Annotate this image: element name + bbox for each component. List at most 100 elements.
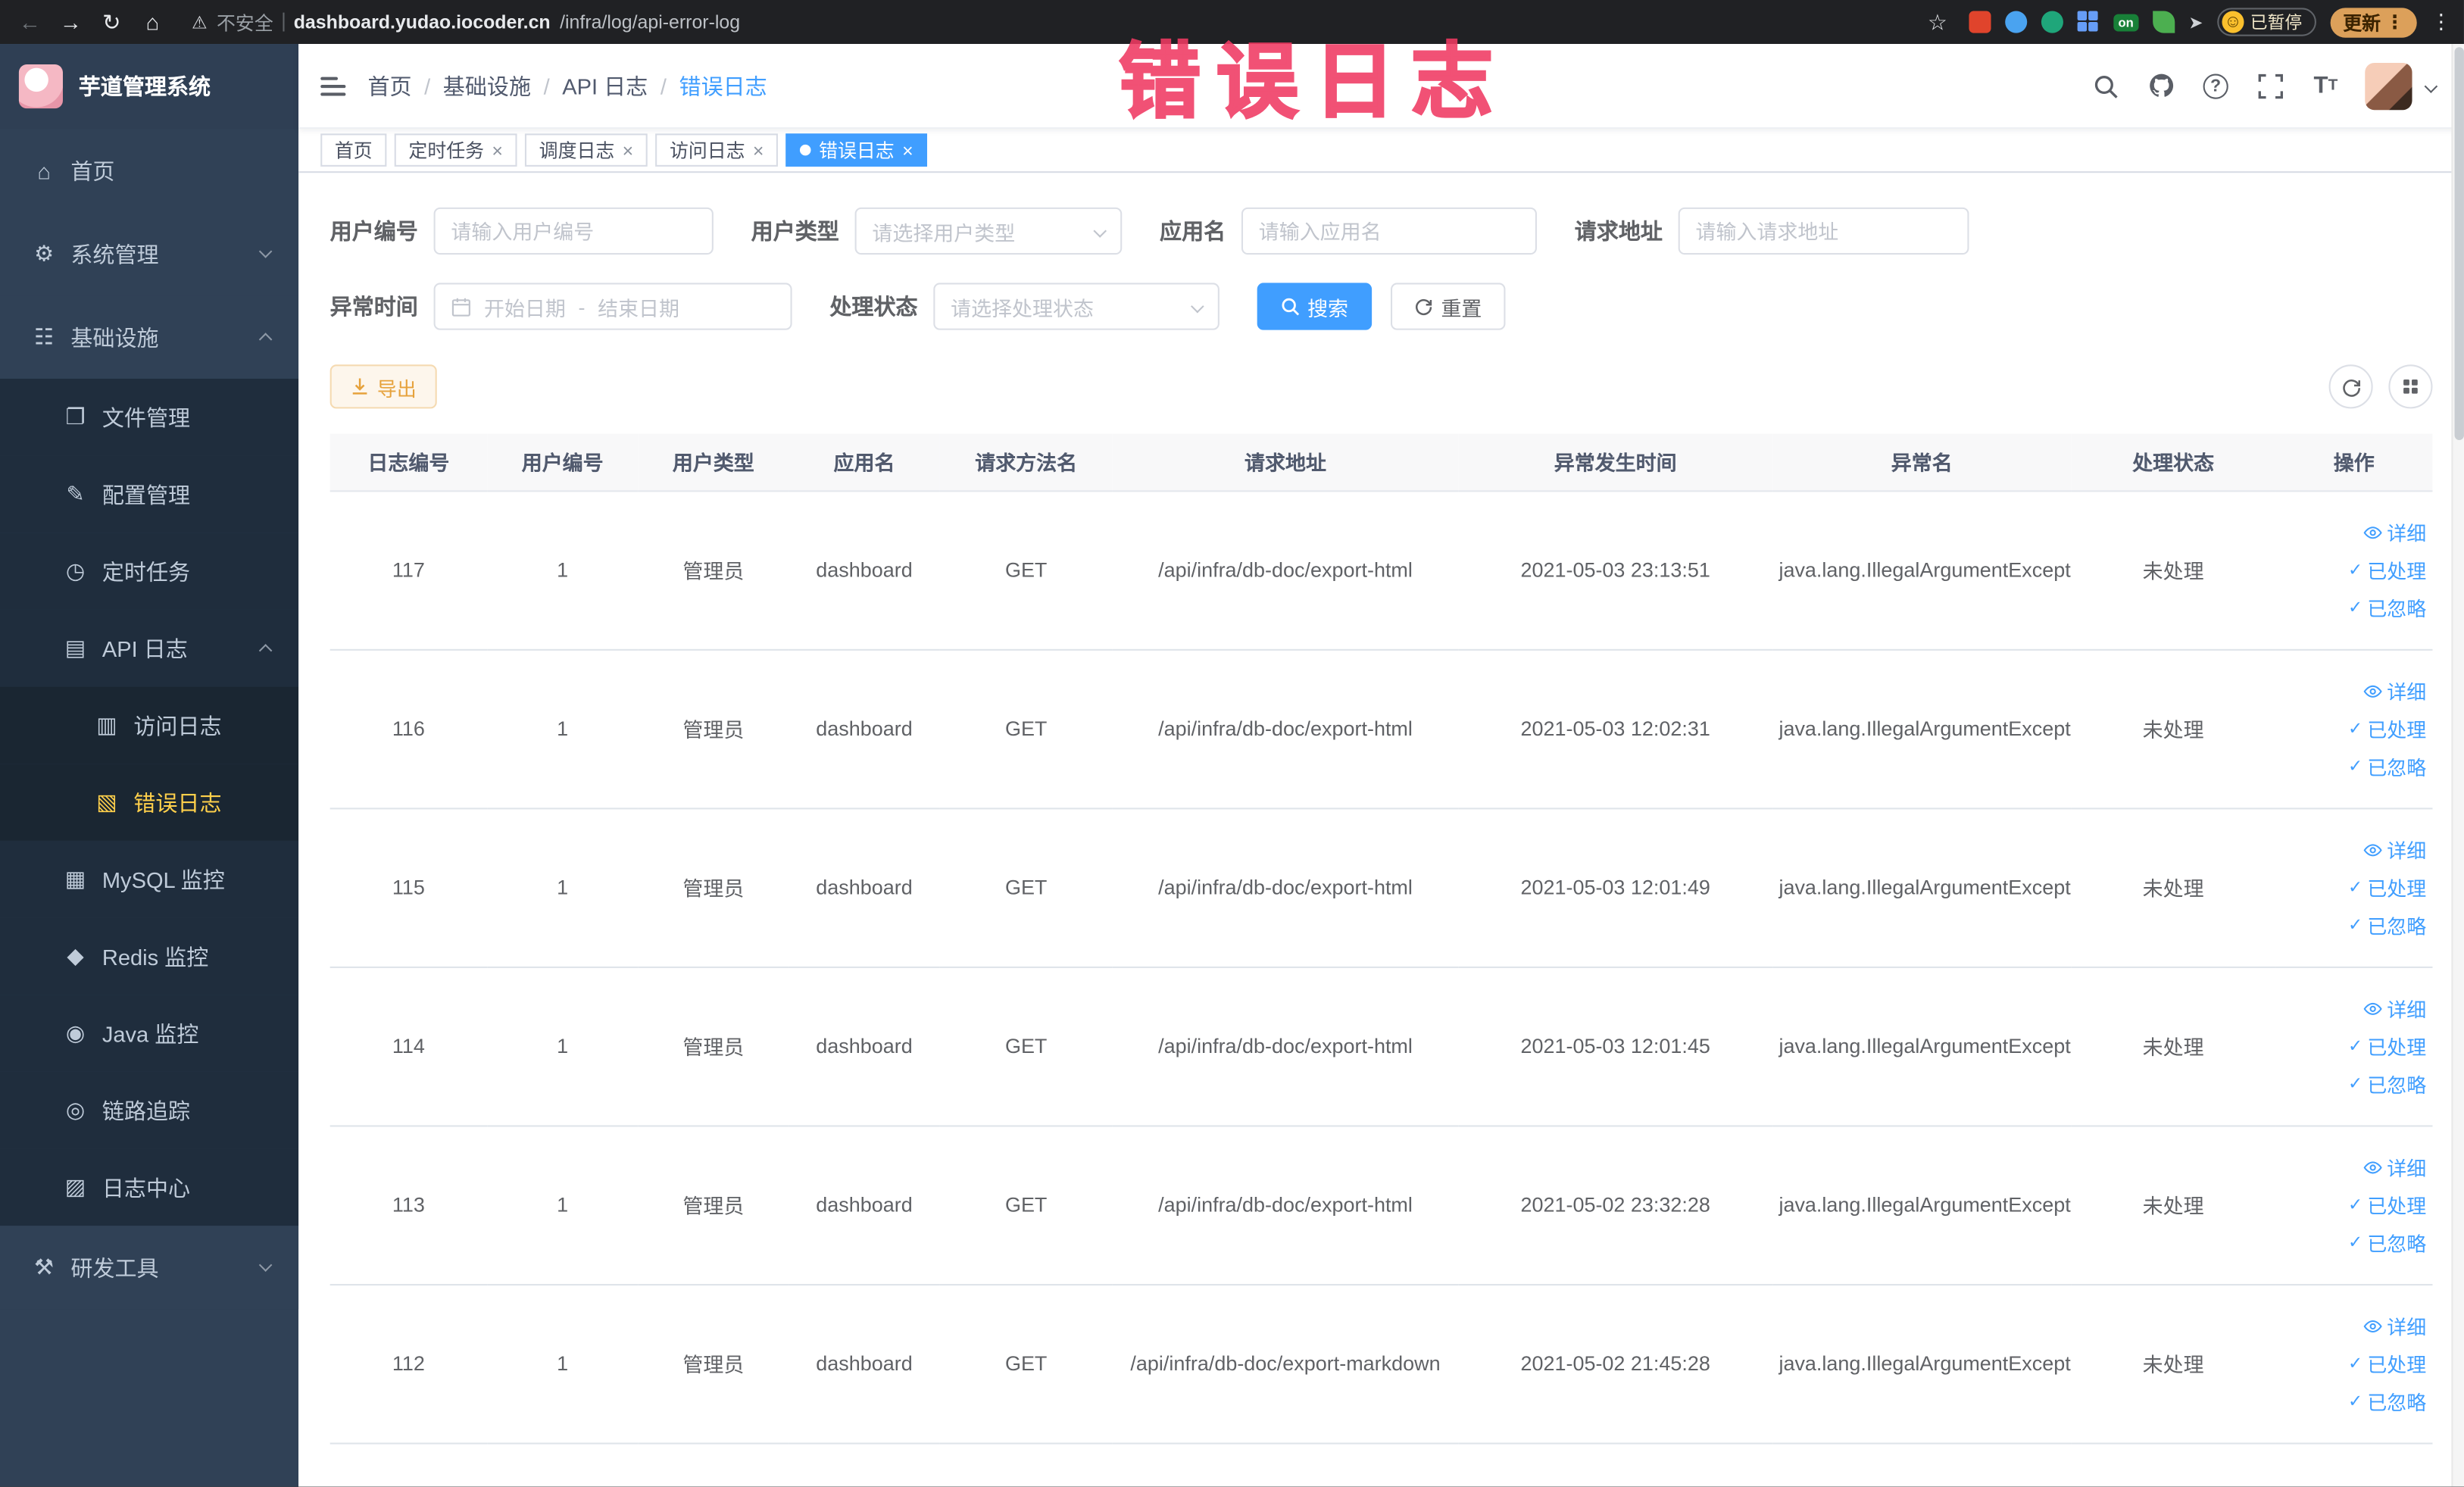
url-path[interactable]: /infra/log/api-error-log: [560, 11, 740, 33]
file-icon: ❐: [65, 404, 86, 430]
ignored-link[interactable]: ✓ 已忽略: [2348, 1386, 2426, 1416]
filter-row-2: 异常时间 开始日期 - 结束日期 处理状态 请选择处理状态 搜索 重置: [330, 283, 2433, 330]
url-domain[interactable]: dashboard.yudao.iocoder.cn: [294, 11, 551, 33]
back-icon[interactable]: ←: [13, 5, 48, 39]
reload-icon[interactable]: ↻: [94, 5, 129, 39]
sidebar-item-java-monitor[interactable]: ◉ Java 监控: [0, 995, 299, 1072]
sidebar-item-error-log[interactable]: ▧ 错误日志: [0, 764, 299, 841]
detail-link[interactable]: 详细: [2363, 676, 2426, 705]
extension-icon-red[interactable]: [1969, 11, 1991, 33]
sidebar-item-system-mgmt[interactable]: ⚙ 系统管理: [0, 212, 299, 296]
close-tab-icon[interactable]: ×: [753, 141, 764, 160]
extension-icon-blue[interactable]: [2005, 11, 2028, 33]
column-header: 异常名: [1772, 433, 2072, 492]
sidebar-item-link-tracing[interactable]: ◎ 链路追踪: [0, 1071, 299, 1149]
fullscreen-icon[interactable]: [2255, 70, 2286, 101]
forward-icon[interactable]: →: [54, 5, 89, 39]
close-tab-icon[interactable]: ×: [902, 141, 913, 160]
exception-time-range-picker[interactable]: 开始日期 - 结束日期: [433, 283, 792, 330]
java-icon: ◉: [65, 1020, 86, 1045]
close-tab-icon[interactable]: ×: [623, 141, 634, 160]
sidebar-item-home[interactable]: ⌂ 首页: [0, 129, 299, 213]
refresh-table-button[interactable]: [2328, 364, 2373, 409]
github-icon[interactable]: [2145, 70, 2176, 101]
sidebar-item-config-mgmt[interactable]: ✎ 配置管理: [0, 455, 299, 533]
sidebar-item-dev-tools[interactable]: ⚒ 研发工具: [0, 1226, 299, 1310]
user-type-select[interactable]: 请选择用户类型: [854, 207, 1123, 255]
scrollbar[interactable]: [2451, 44, 2464, 1487]
column-settings-button[interactable]: [2388, 364, 2433, 409]
breadcrumb-home[interactable]: 首页: [367, 70, 411, 101]
extension-icon-leaf[interactable]: [2152, 11, 2175, 33]
breadcrumb-api-log[interactable]: API 日志: [562, 70, 648, 101]
page-content: 用户编号 用户类型 请选择用户类型 应用名: [298, 173, 2464, 1487]
check-icon: ✓: [2348, 1075, 2363, 1094]
browser-toolbar: ← → ↻ ⌂ ⚠ 不安全 dashboard.yudao.iocoder.cn…: [0, 0, 2464, 45]
export-button[interactable]: 导出: [329, 364, 437, 409]
help-icon[interactable]: ?: [2200, 70, 2231, 101]
extension-on-badge[interactable]: on: [2113, 13, 2139, 31]
detail-link[interactable]: 详细: [2363, 1310, 2426, 1340]
font-size-icon[interactable]: TT: [2310, 70, 2341, 101]
processed-link[interactable]: ✓ 已处理: [2348, 714, 2426, 743]
detail-link[interactable]: 详细: [2363, 835, 2426, 864]
sidebar-item-access-log[interactable]: ▥ 访问日志: [0, 686, 299, 764]
tab-error-log[interactable]: 错误日志 ×: [785, 133, 928, 167]
detail-link[interactable]: 详细: [2363, 517, 2426, 547]
processed-link[interactable]: ✓ 已处理: [2348, 1031, 2426, 1061]
sidebar-item-api-log[interactable]: ▤ API 日志: [0, 609, 299, 687]
ignored-link[interactable]: ✓ 已忽略: [2348, 751, 2426, 781]
process-status-select[interactable]: 请选择处理状态: [933, 283, 1220, 330]
processed-link[interactable]: ✓ 已处理: [2348, 872, 2426, 901]
breadcrumb-infrastructure[interactable]: 基础设施: [443, 70, 531, 101]
api-log-icon: ▤: [64, 635, 86, 661]
detail-link[interactable]: 详细: [2363, 1152, 2426, 1182]
column-header: 日志编号: [329, 433, 488, 492]
reset-button[interactable]: 重置: [1391, 283, 1506, 330]
processed-link[interactable]: ✓ 已处理: [2348, 1348, 2426, 1378]
check-icon: ✓: [2348, 1195, 2363, 1215]
request-url-input[interactable]: [1678, 207, 1969, 255]
tab-home[interactable]: 首页: [320, 133, 387, 167]
home-icon[interactable]: ⌂: [135, 5, 170, 39]
processed-link[interactable]: ✓ 已处理: [2348, 555, 2426, 584]
app-logo-row[interactable]: 芋道管理系统: [0, 44, 299, 130]
paused-profile-pill[interactable]: ☺ 已暂停: [2217, 8, 2316, 36]
user-avatar[interactable]: [2365, 61, 2412, 110]
scrollbar-thumb[interactable]: [2454, 47, 2464, 440]
ignored-link[interactable]: ✓ 已忽略: [2348, 592, 2426, 622]
tab-scheduled-tasks[interactable]: 定时任务 ×: [394, 133, 517, 167]
search-icon[interactable]: [2090, 70, 2121, 101]
user-menu-caret-icon[interactable]: [2424, 79, 2438, 92]
ignored-link[interactable]: ✓ 已忽略: [2348, 1227, 2426, 1257]
browser-menu-icon[interactable]: ⋮: [2431, 9, 2451, 34]
user-id-input[interactable]: [433, 207, 714, 255]
address-bar[interactable]: ⚠ 不安全 dashboard.yudao.iocoder.cn/infra/l…: [192, 8, 740, 35]
update-button[interactable]: 更新 ⋮: [2330, 7, 2417, 37]
sidebar-item-mysql-monitor[interactable]: ▦ MySQL 监控: [0, 840, 299, 918]
processed-link[interactable]: ✓ 已处理: [2348, 1189, 2426, 1219]
detail-link[interactable]: 详细: [2363, 993, 2426, 1023]
sidebar-item-scheduled-tasks[interactable]: ◷ 定时任务: [0, 533, 299, 610]
extension-icon-grid[interactable]: [2077, 11, 2100, 33]
tab-dispatch-log[interactable]: 调度日志 ×: [525, 133, 648, 167]
tab-access-log[interactable]: 访问日志 ×: [655, 133, 779, 167]
sidebar-item-redis-monitor[interactable]: ◆ Redis 监控: [0, 917, 299, 995]
sidebar-item-file-mgmt[interactable]: ❐ 文件管理: [0, 378, 299, 456]
redis-icon: ◆: [67, 942, 84, 968]
bookmark-star-icon[interactable]: ☆: [1920, 5, 1955, 39]
ignored-link[interactable]: ✓ 已忽略: [2348, 1069, 2426, 1098]
ignored-link[interactable]: ✓ 已忽略: [2348, 910, 2426, 939]
app-name-input[interactable]: [1241, 207, 1537, 255]
table-row: 115 1 管理员 dashboard GET /api/infra/db-do…: [329, 808, 2433, 967]
close-tab-icon[interactable]: ×: [492, 141, 503, 160]
security-label[interactable]: 不安全: [217, 8, 273, 35]
sidebar-item-infrastructure[interactable]: ☷ 基础设施: [0, 295, 299, 379]
chevron-up-icon: [258, 643, 273, 657]
search-button[interactable]: 搜索: [1257, 283, 1373, 330]
sidebar-item-log-center[interactable]: ▨ 日志中心: [0, 1148, 299, 1226]
extension-icon-green[interactable]: [2041, 11, 2063, 33]
collapse-sidebar-icon[interactable]: [320, 76, 346, 95]
gear-icon: ⚙: [34, 240, 55, 266]
extension-icon-pin[interactable]: ➤: [2188, 12, 2203, 33]
